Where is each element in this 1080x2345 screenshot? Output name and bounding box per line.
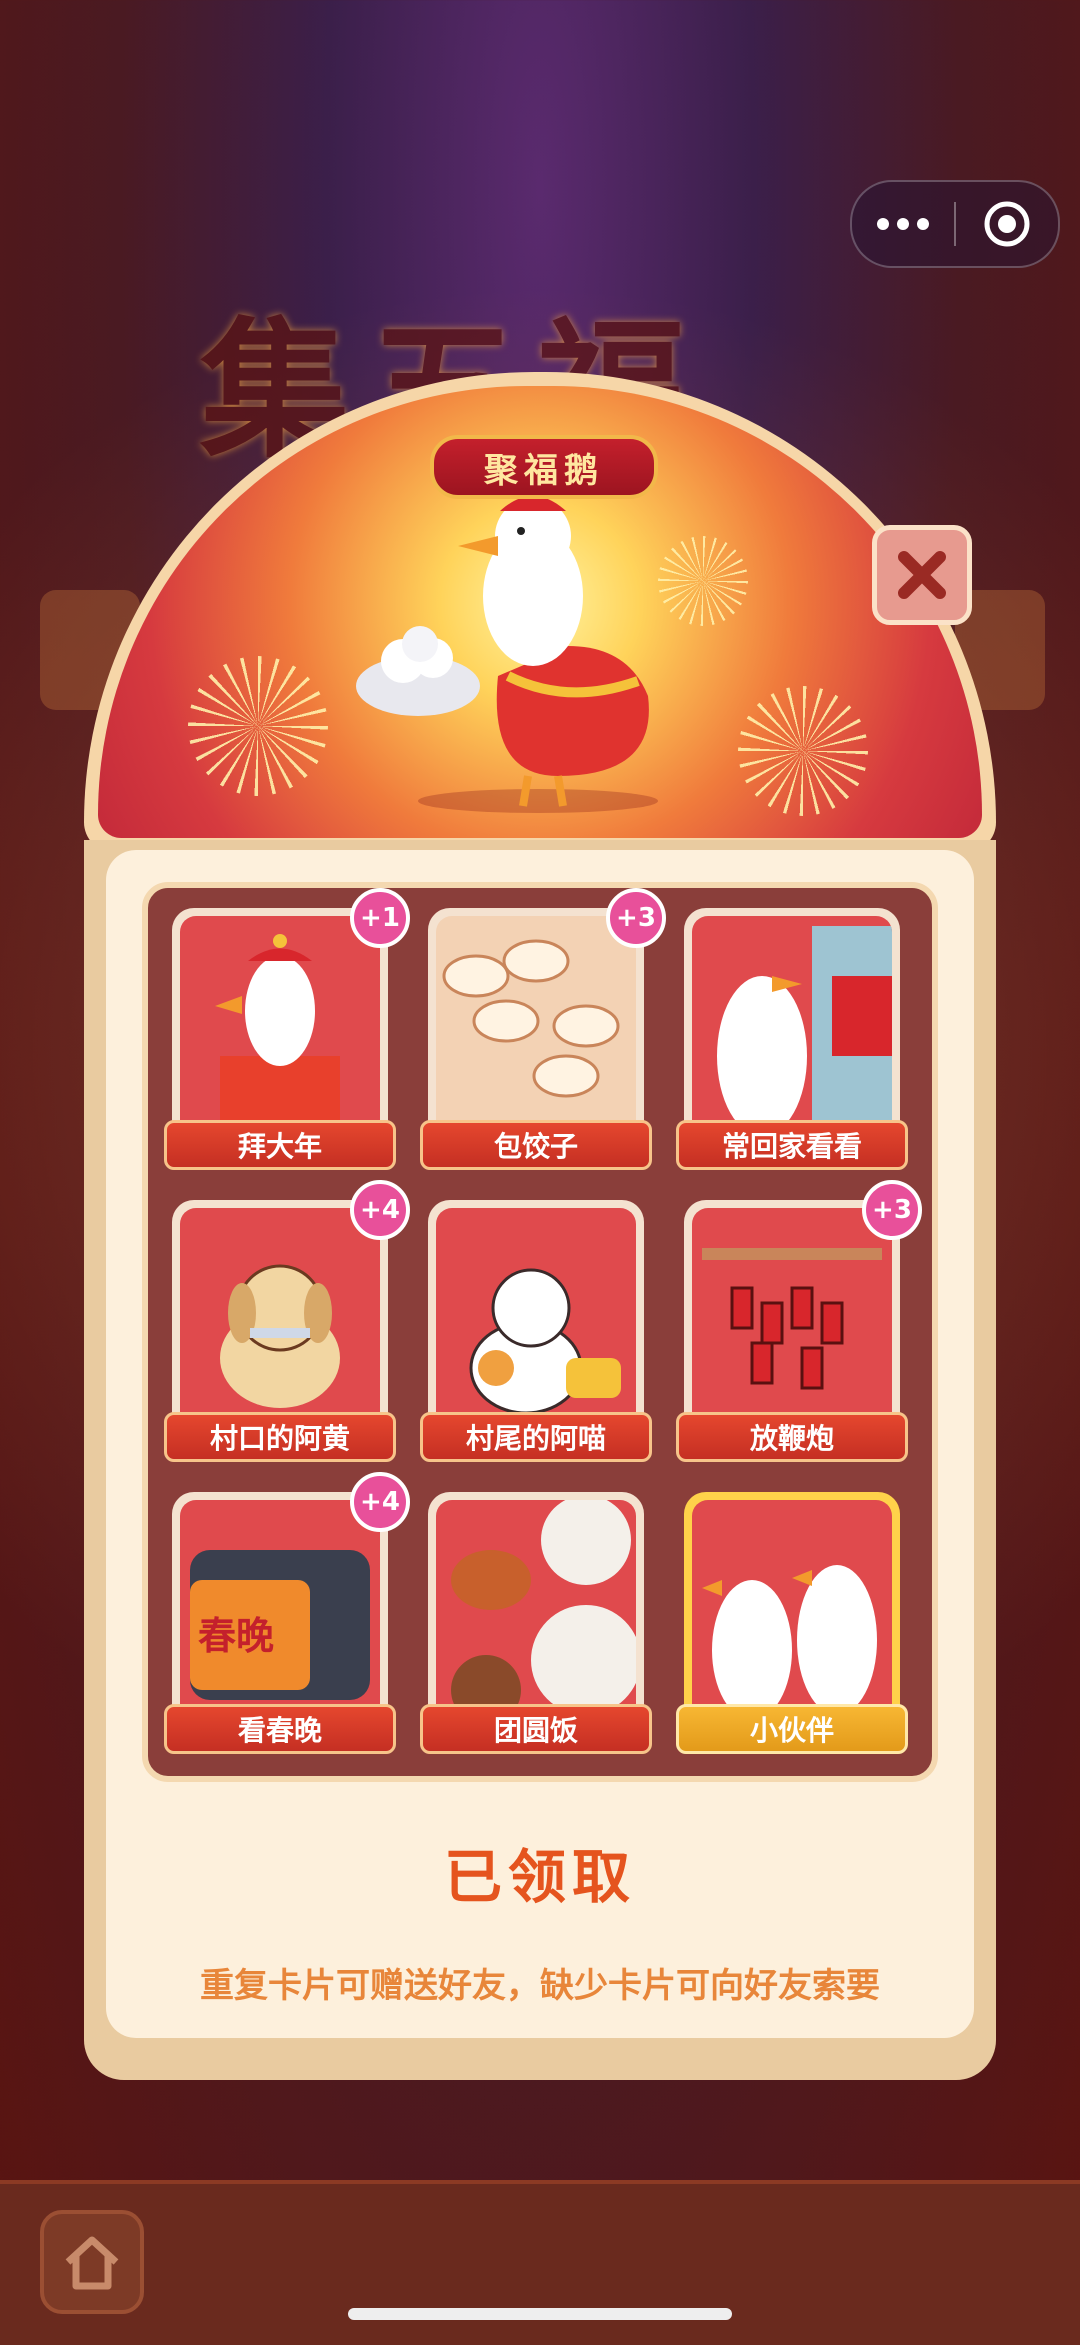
card-label: 村口的阿黄 xyxy=(164,1412,396,1462)
tv-screen-text: 春晚 xyxy=(198,1613,275,1658)
card-chang-hui-jia[interactable]: 常回家看看 xyxy=(676,908,908,1184)
card-title-banner: 聚福鹅 xyxy=(430,435,658,499)
bottom-bar xyxy=(0,2180,1080,2345)
card-count-badge: +1 xyxy=(350,888,410,948)
card-bai-da-nian[interactable]: 拜大年 +1 xyxy=(164,888,410,1184)
card-cun-kou-a-huang[interactable]: 村口的阿黄 +4 xyxy=(164,1180,410,1476)
card-cun-wei-a-miao[interactable]: 村尾的阿喵 xyxy=(420,1200,652,1476)
card-label: 放鞭炮 xyxy=(676,1412,908,1462)
firework-decoration xyxy=(188,656,328,796)
card-kan-chun-wan[interactable]: 春晚 看春晚 +4 xyxy=(164,1472,410,1768)
card-label: 常回家看看 xyxy=(676,1120,908,1170)
more-dots-icon[interactable] xyxy=(852,182,954,266)
card-count-badge: +3 xyxy=(862,1180,922,1240)
home-button[interactable] xyxy=(40,2210,144,2314)
card-label: 团圆饭 xyxy=(420,1704,652,1754)
card-label: 小伙伴 xyxy=(676,1704,908,1754)
miniprogram-capsule xyxy=(850,180,1060,268)
card-tuan-yuan-fan[interactable]: 团圆饭 xyxy=(420,1492,652,1768)
fortune-goose-illustration xyxy=(356,480,658,813)
card-bao-jiao-zi[interactable]: 包饺子 +3 xyxy=(420,888,666,1184)
card-label: 拜大年 xyxy=(164,1120,396,1170)
card-xiao-huo-ban[interactable]: 小伙伴 xyxy=(676,1492,908,1768)
card-label: 看春晚 xyxy=(164,1704,396,1754)
card-grid: 拜大年 +1 包饺子 +3 常回家看看 村口的阿黄 +4 村尾的阿喵 放鞭炮 +… xyxy=(142,882,938,1782)
card-fang-bian-pao[interactable]: 放鞭炮 +3 xyxy=(676,1180,922,1476)
close-button[interactable] xyxy=(872,525,972,625)
card-label: 包饺子 xyxy=(420,1120,652,1170)
claimed-status: 已领取 xyxy=(443,1843,636,1911)
share-hint-text: 重复卡片可赠送好友，缺少卡片可向好友索要 xyxy=(200,1966,880,2006)
card-count-badge: +3 xyxy=(606,888,666,948)
home-icon xyxy=(65,2236,119,2290)
firework-decoration xyxy=(738,686,868,816)
card-label: 村尾的阿喵 xyxy=(420,1412,652,1462)
card-count-badge: +4 xyxy=(350,1180,410,1240)
card-count-badge: +4 xyxy=(350,1472,410,1532)
close-icon xyxy=(898,551,946,599)
home-indicator xyxy=(348,2308,732,2320)
target-icon[interactable] xyxy=(956,182,1058,266)
